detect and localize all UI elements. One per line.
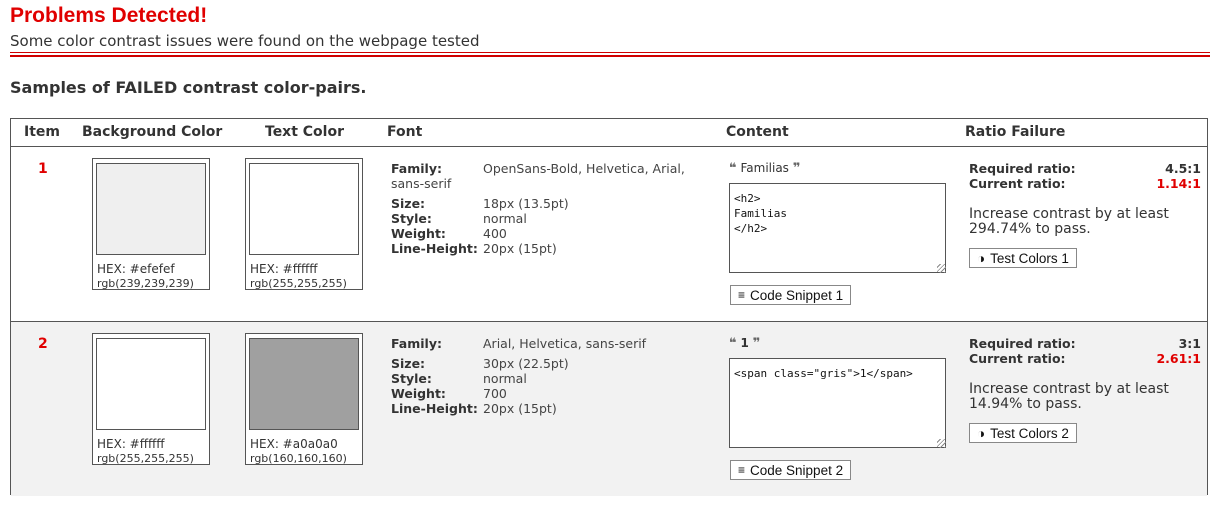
text-rgb: rgb(160,160,160) — [250, 452, 347, 465]
text-hex: HEX: #ffffff — [250, 262, 318, 276]
contrast-icon: ◑ — [977, 250, 986, 266]
text-color-swatch — [249, 338, 359, 430]
font-style-label: Style: — [391, 211, 432, 226]
current-ratio-value: 1.14:1 — [1156, 176, 1201, 191]
required-ratio-line: Required ratio: 4.5:1 — [969, 161, 1201, 176]
current-ratio-label: Current ratio: — [969, 176, 1066, 191]
content-quote: ❝ Familias ❞ — [729, 161, 800, 176]
text-hex: HEX: #a0a0a0 — [250, 437, 338, 451]
test-colors-button[interactable]: ◑ Test Colors 2 — [969, 423, 1077, 443]
current-ratio-label: Current ratio: — [969, 351, 1066, 366]
background-swatch-card: HEX: #efefef rgb(239,239,239) — [92, 158, 210, 290]
code-snippet-label: Code Snippet 2 — [750, 462, 844, 478]
text-color-swatch — [249, 163, 359, 255]
item-number: 2 — [38, 336, 48, 352]
font-weight-label: Weight: — [391, 386, 446, 401]
results-table: Item Background Color Text Color Font Co… — [10, 118, 1208, 496]
line-height-value: 20px (15pt) — [483, 401, 557, 416]
text-swatch-card: HEX: #ffffff rgb(255,255,255) — [245, 158, 363, 290]
font-family-value: Arial, Helvetica, sans-serif — [483, 336, 647, 351]
lines-icon: ≡ — [738, 462, 746, 477]
current-ratio-value: 2.61:1 — [1156, 351, 1201, 366]
contrast-advice-line2: 294.74% to pass. — [969, 221, 1091, 237]
line-height-value: 20px (15pt) — [483, 241, 557, 256]
page-title: Problems Detected! — [10, 4, 208, 27]
font-size-value: 30px (22.5pt) — [483, 356, 569, 371]
line-height-label: Line-Height: — [391, 401, 478, 416]
item-number: 1 — [38, 161, 48, 177]
font-family-label: Family: — [391, 161, 442, 176]
required-ratio-label: Required ratio: — [969, 336, 1076, 351]
font-style-value: normal — [483, 211, 527, 226]
test-colors-label: Test Colors 1 — [990, 250, 1069, 266]
title-rule-bottom — [10, 55, 1210, 57]
font-weight-value: 400 — [483, 226, 507, 241]
font-style-label: Style: — [391, 371, 432, 386]
page-subtitle: Some color contrast issues were found on… — [10, 32, 480, 50]
code-snippet-button[interactable]: ≡ Code Snippet 2 — [730, 460, 852, 480]
contrast-advice-line1: Increase contrast by at least — [969, 381, 1169, 397]
required-ratio-value: 3:1 — [1178, 336, 1201, 351]
open-quote-icon: ❝ — [729, 161, 737, 176]
column-header-font: Font — [387, 124, 423, 140]
column-header-item: Item — [24, 124, 60, 140]
text-swatch-card: HEX: #a0a0a0 rgb(160,160,160) — [245, 333, 363, 465]
column-header-text-color: Text Color — [265, 124, 344, 140]
resize-grip-icon[interactable] — [937, 264, 946, 273]
font-family-value: OpenSans-Bold, Helvetica, Arial, — [483, 161, 685, 176]
contrast-advice: Increase contrast by at least 294.74% to… — [969, 207, 1199, 237]
test-colors-label: Test Colors 2 — [990, 425, 1069, 441]
content-quote-text: Familias — [740, 161, 789, 175]
background-rgb: rgb(255,255,255) — [97, 452, 194, 465]
required-ratio-line: Required ratio: 3:1 — [969, 336, 1201, 351]
font-weight-label: Weight: — [391, 226, 446, 241]
column-header-ratio-failure: Ratio Failure — [965, 124, 1066, 140]
background-rgb: rgb(239,239,239) — [97, 277, 194, 290]
contrast-advice-line2: 14.94% to pass. — [969, 396, 1082, 412]
background-swatch-card: HEX: #ffffff rgb(255,255,255) — [92, 333, 210, 465]
font-style-value: normal — [483, 371, 527, 386]
code-snippet-label: Code Snippet 1 — [750, 287, 844, 303]
ratio-details: Required ratio: 4.5:1 Current ratio: 1.1… — [969, 161, 1201, 191]
background-color-swatch — [96, 163, 206, 255]
background-hex: HEX: #efefef — [97, 262, 175, 276]
contrast-advice-line1: Increase contrast by at least — [969, 206, 1169, 222]
table-row: 1 HEX: #efefef rgb(239,239,239) HEX: #ff… — [11, 147, 1207, 320]
font-size-label: Size: — [391, 356, 426, 371]
font-size-value: 18px (13.5pt) — [483, 196, 569, 211]
contrast-advice: Increase contrast by at least 14.94% to … — [969, 382, 1199, 412]
table-row: 2 HEX: #ffffff rgb(255,255,255) HEX: #a0… — [11, 321, 1207, 496]
test-colors-button[interactable]: ◑ Test Colors 1 — [969, 248, 1077, 268]
current-ratio-line: Current ratio: 2.61:1 — [969, 351, 1201, 366]
required-ratio-value: 4.5:1 — [1165, 161, 1201, 176]
line-height-label: Line-Height: — [391, 241, 478, 256]
close-quote-icon: ❞ — [752, 336, 761, 351]
font-family-label: Family: — [391, 336, 442, 351]
resize-grip-icon[interactable] — [937, 439, 946, 448]
background-color-swatch — [96, 338, 206, 430]
title-rule-top — [10, 52, 1210, 53]
content-quote: ❝ 1 ❞ — [729, 336, 760, 351]
close-quote-icon: ❞ — [792, 161, 801, 176]
section-heading: Samples of FAILED contrast color-pairs. — [10, 78, 367, 97]
font-weight-value: 700 — [483, 386, 507, 401]
code-textarea[interactable]: <h2> Familias </h2> — [729, 183, 946, 273]
contrast-icon: ◑ — [977, 425, 986, 441]
code-textarea[interactable]: <span class="gris">1</span> — [729, 358, 946, 448]
column-header-background-color: Background Color — [82, 124, 223, 140]
open-quote-icon: ❝ — [729, 336, 737, 351]
font-family-value-cont: sans-serif — [391, 176, 452, 191]
font-size-label: Size: — [391, 196, 426, 211]
lines-icon: ≡ — [738, 287, 746, 302]
content-quote-text: 1 — [740, 336, 749, 350]
background-hex: HEX: #ffffff — [97, 437, 165, 451]
required-ratio-label: Required ratio: — [969, 161, 1076, 176]
code-snippet-button[interactable]: ≡ Code Snippet 1 — [730, 285, 852, 305]
current-ratio-line: Current ratio: 1.14:1 — [969, 176, 1201, 191]
column-header-content: Content — [726, 124, 789, 140]
ratio-details: Required ratio: 3:1 Current ratio: 2.61:… — [969, 336, 1201, 366]
text-rgb: rgb(255,255,255) — [250, 277, 347, 290]
